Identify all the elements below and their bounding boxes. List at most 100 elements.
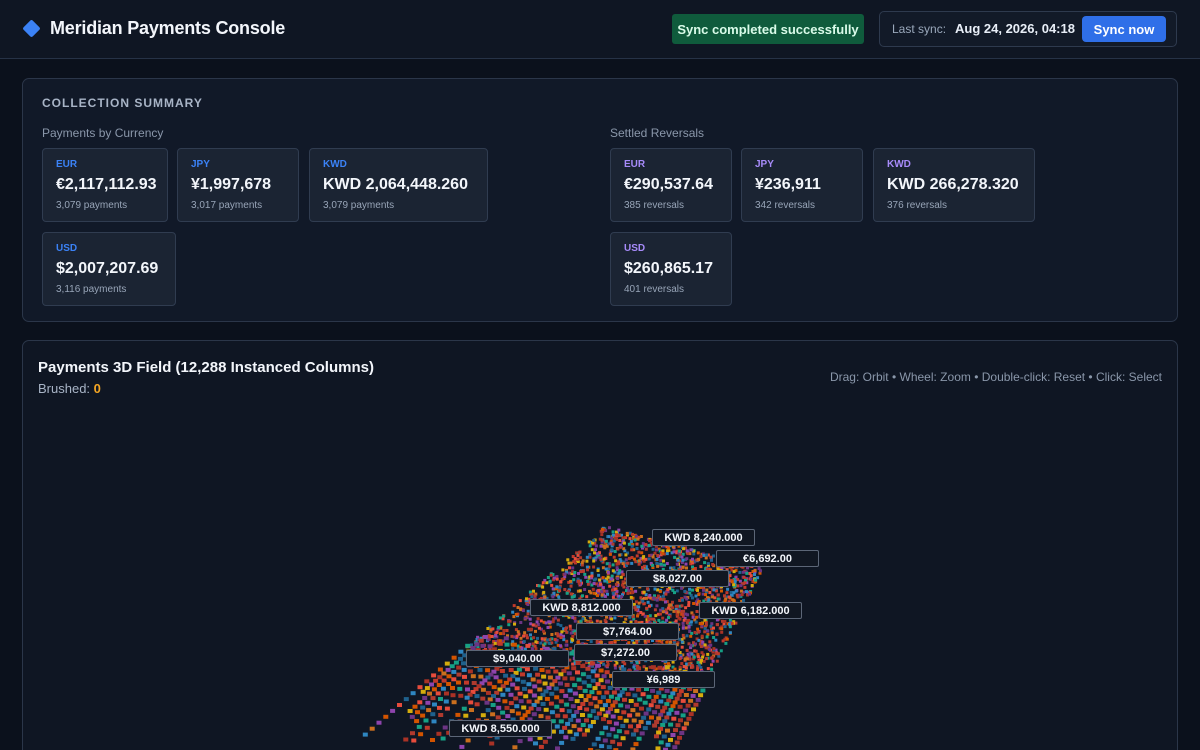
- currency-code: KWD: [887, 159, 911, 170]
- value-label[interactable]: €6,692.00: [716, 550, 819, 567]
- column-instance: [725, 637, 729, 641]
- column-instance: [491, 685, 497, 690]
- column-instance: [633, 728, 639, 733]
- column-instance: [617, 571, 621, 575]
- column-instance: [732, 591, 736, 595]
- column-instance: [753, 569, 757, 572]
- column-instance: [553, 576, 556, 580]
- column-instance: [577, 685, 583, 690]
- column-instance: [680, 645, 684, 649]
- column-instance: [701, 640, 705, 644]
- column-instance: [580, 723, 586, 727]
- column-instance: [691, 565, 694, 569]
- column-instance: [586, 579, 590, 583]
- column-instance: [702, 588, 705, 592]
- column-instance: [677, 616, 681, 620]
- column-instance: [703, 626, 707, 630]
- value-label[interactable]: KWD 6,182.000: [699, 602, 802, 619]
- column-instance: [695, 615, 699, 619]
- column-instance: [562, 638, 566, 642]
- column-instance: [699, 645, 703, 648]
- column-instance: [432, 702, 437, 707]
- column-instance: [670, 704, 676, 709]
- column-instance: [661, 616, 665, 620]
- column-instance: [599, 707, 605, 712]
- column-instance: [644, 543, 648, 547]
- column-instance: [567, 571, 571, 575]
- column-instance: [442, 725, 448, 730]
- column-instance: [558, 586, 562, 590]
- column-instance: [436, 731, 442, 736]
- column-instance: [647, 544, 651, 547]
- column-instance: [549, 710, 555, 715]
- 3d-column-field-canvas[interactable]: [23, 341, 1178, 750]
- column-instance: [596, 711, 602, 716]
- sync-now-button[interactable]: Sync now: [1082, 16, 1166, 42]
- column-instance: [686, 613, 690, 617]
- column-instance: [533, 741, 538, 746]
- column-instance: [437, 667, 443, 672]
- column-instance: [636, 724, 642, 729]
- column-instance: [630, 548, 634, 552]
- column-instance: [606, 720, 612, 725]
- column-instance: [537, 687, 543, 692]
- column-instance: [433, 678, 439, 683]
- value-label[interactable]: ¥6,989: [612, 671, 715, 688]
- column-instance: [572, 578, 576, 582]
- column-instance: [598, 578, 602, 582]
- column-instance: [623, 718, 629, 723]
- column-instance: [612, 555, 616, 559]
- column-instance: [558, 699, 564, 704]
- column-instance: [592, 686, 598, 691]
- column-instance: [666, 698, 672, 703]
- column-instance: [687, 601, 691, 604]
- value-label[interactable]: $7,764.00: [576, 623, 679, 640]
- column-instance: [687, 604, 691, 607]
- column-instance: [566, 558, 570, 562]
- column-instance: [546, 576, 550, 579]
- column-instance: [526, 627, 530, 631]
- column-instance: [449, 664, 455, 669]
- column-instance: [590, 720, 596, 724]
- value-label[interactable]: $7,272.00: [574, 644, 677, 661]
- column-instance: [673, 555, 677, 559]
- column-instance: [522, 640, 526, 644]
- column-instance: [515, 677, 521, 682]
- column-instance: [634, 560, 638, 564]
- column-instance: [640, 544, 644, 548]
- column-instance: [596, 569, 600, 572]
- column-instance: [579, 556, 583, 560]
- column-instance: [578, 589, 582, 593]
- value-label[interactable]: KWD 8,812.000: [530, 599, 633, 616]
- column-instance: [578, 694, 584, 698]
- column-instance: [559, 644, 562, 648]
- column-instance: [574, 710, 580, 714]
- column-instance: [544, 621, 548, 625]
- column-instance: [604, 539, 608, 543]
- column-instance: [497, 641, 503, 646]
- column-instance: [664, 600, 667, 604]
- column-instance: [690, 631, 694, 635]
- value-label[interactable]: KWD 8,240.000: [652, 529, 755, 546]
- column-instance: [410, 691, 416, 696]
- column-instance: [642, 726, 648, 731]
- value-label[interactable]: KWD 8,550.000: [449, 720, 552, 737]
- column-instance: [730, 622, 734, 626]
- column-instance: [593, 715, 599, 720]
- column-instance: [665, 618, 669, 622]
- column-instance: [572, 683, 578, 688]
- column-instance: [602, 703, 608, 708]
- value-label[interactable]: $8,027.00: [626, 570, 729, 587]
- column-instance: [543, 642, 547, 646]
- column-instance: [659, 608, 663, 612]
- column-instance: [550, 633, 554, 636]
- column-instance: [403, 697, 409, 702]
- value-label[interactable]: $9,040.00: [466, 650, 569, 667]
- column-instance: [541, 585, 545, 589]
- column-instance: [575, 670, 580, 675]
- column-instance: [617, 742, 622, 747]
- column-instance: [700, 688, 706, 693]
- column-instance: [736, 584, 740, 588]
- column-instance: [508, 668, 514, 672]
- column-instance: [376, 720, 382, 725]
